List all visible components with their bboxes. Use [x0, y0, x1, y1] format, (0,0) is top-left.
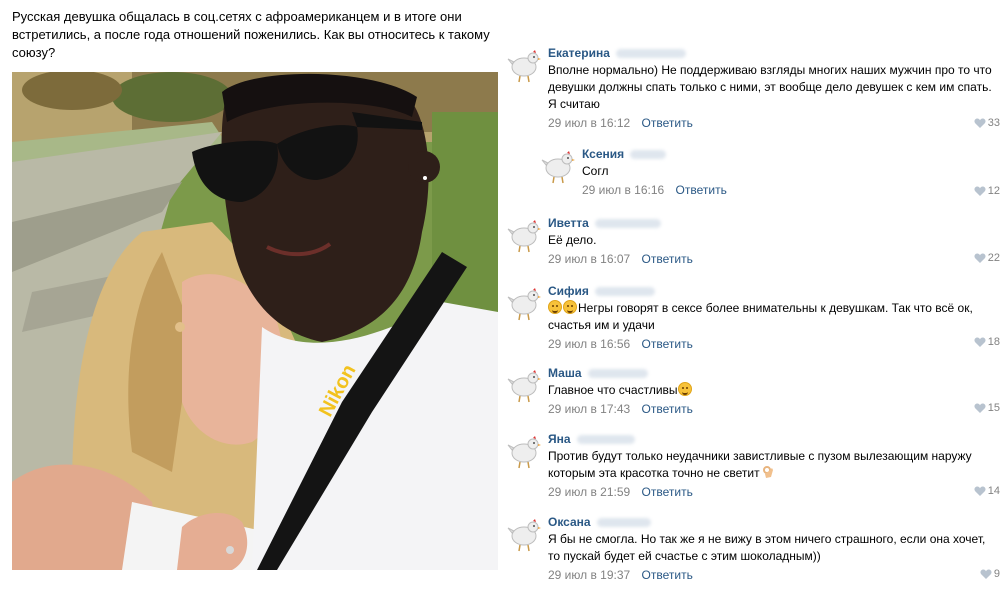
- like-count: 33: [987, 117, 1000, 129]
- heart-icon: [974, 403, 986, 413]
- like-button[interactable]: 12: [974, 185, 1000, 197]
- like-button[interactable]: 9: [980, 568, 1000, 580]
- like-count: 18: [987, 336, 1000, 348]
- comment-item: Сифия Негры говорят в сексе более внимат…: [500, 283, 1000, 355]
- comment-text: Вполне нормально) Не поддерживаю взгляды…: [548, 63, 992, 111]
- heart-icon: [974, 337, 986, 347]
- comment-date[interactable]: 29 июл в 19:37: [548, 568, 630, 582]
- smile-emoji-icon: [548, 300, 562, 314]
- chicken-icon: [541, 151, 575, 184]
- comment-meta: 29 июл в 16:56 Ответить: [548, 336, 1000, 352]
- comment-author[interactable]: Екатерина: [548, 45, 1000, 61]
- chicken-icon: [507, 519, 541, 552]
- like-count: 15: [987, 402, 1000, 414]
- comment-text: Против будут только неудачники завистлив…: [548, 449, 972, 480]
- heart-icon: [974, 186, 986, 196]
- comment-meta: 29 июл в 16:16 Ответить: [582, 182, 1000, 198]
- reply-button[interactable]: Ответить: [642, 116, 693, 130]
- comment-text: Её дело.: [548, 233, 597, 247]
- like-count: 14: [987, 485, 1000, 497]
- reply-button[interactable]: Ответить: [642, 252, 693, 266]
- chicken-icon: [507, 288, 541, 321]
- comment-date[interactable]: 29 июл в 16:12: [548, 116, 630, 130]
- comment-date[interactable]: 29 июл в 16:16: [582, 183, 664, 197]
- reply-button[interactable]: Ответить: [642, 485, 693, 499]
- reply-button[interactable]: Ответить: [642, 337, 693, 351]
- comment-date[interactable]: 29 июл в 16:07: [548, 252, 630, 266]
- comment-item: Иветта Её дело. 29 июл в 16:07 Ответить …: [500, 215, 1000, 271]
- reply-button[interactable]: Ответить: [642, 402, 693, 416]
- comment-date[interactable]: 29 июл в 17:43: [548, 402, 630, 416]
- like-button[interactable]: 22: [974, 252, 1000, 264]
- comment-text: Я бы не смогла. Но так же я не вижу в эт…: [548, 532, 986, 563]
- chicken-icon: [507, 50, 541, 83]
- like-button[interactable]: 33: [974, 117, 1000, 129]
- like-count: 22: [987, 252, 1000, 264]
- comment-author[interactable]: Маша: [548, 365, 1000, 381]
- heart-icon: [974, 118, 986, 128]
- post-photo[interactable]: Nikon: [12, 72, 498, 570]
- comment-date[interactable]: 29 июл в 21:59: [548, 485, 630, 499]
- comment-author[interactable]: Сифия: [548, 283, 1000, 299]
- comment-meta: 29 июл в 21:59 Ответить: [548, 484, 1000, 500]
- comments-list: Екатерина Вполне нормально) Не поддержив…: [500, 0, 1000, 591]
- comment-text: Негры говорят в сексе более внимательны …: [548, 300, 973, 332]
- comment-text: Главное что счастливы: [548, 382, 1000, 399]
- comment-item: Яна Против будут только неудачники завис…: [500, 431, 1000, 503]
- comment-meta: 29 июл в 16:12 Ответить: [548, 115, 1000, 131]
- post-text: Русская девушка общалась в соц.сетях с а…: [12, 9, 490, 60]
- ok-hand-icon: [762, 466, 773, 478]
- chicken-icon: [507, 436, 541, 469]
- chicken-icon: [507, 220, 541, 253]
- comment-meta: 29 июл в 17:43 Ответить: [548, 401, 1000, 417]
- comment-author[interactable]: Оксана: [548, 514, 1000, 530]
- comment-author[interactable]: Яна: [548, 431, 1000, 447]
- like-count: 9: [993, 568, 1000, 580]
- couple-photo: Nikon: [12, 72, 498, 570]
- comment-item: Оксана Я бы не смогла. Но так же я не ви…: [500, 514, 1000, 588]
- comment-meta: 29 июл в 16:07 Ответить: [548, 251, 1000, 267]
- like-button[interactable]: 18: [974, 336, 1000, 348]
- chicken-icon: [507, 370, 541, 403]
- comment-item: Маша Главное что счастливы 29 июл в 17:4…: [500, 365, 1000, 421]
- comment-text: Согл: [582, 164, 609, 178]
- heart-icon: [974, 253, 986, 263]
- comment-author[interactable]: Иветта: [548, 215, 1000, 231]
- comment-author[interactable]: Ксения: [582, 146, 1000, 162]
- like-count: 12: [987, 185, 1000, 197]
- comment-item: Екатерина Вполне нормально) Не поддержив…: [500, 45, 1000, 137]
- heart-icon: [974, 486, 986, 496]
- wink-emoji-icon: [677, 382, 692, 396]
- reply-button[interactable]: Ответить: [676, 183, 727, 197]
- reply-button[interactable]: Ответить: [642, 568, 693, 582]
- smile-emoji-icon: [563, 300, 577, 314]
- comment-meta: 29 июл в 19:37 Ответить: [548, 567, 1000, 583]
- like-button[interactable]: 15: [974, 402, 1000, 414]
- heart-icon: [980, 569, 992, 579]
- comment-reply-item: Ксения Согл 29 июл в 16:16 Ответить 12: [534, 146, 1000, 202]
- comment-date[interactable]: 29 июл в 16:56: [548, 337, 630, 351]
- like-button[interactable]: 14: [974, 485, 1000, 497]
